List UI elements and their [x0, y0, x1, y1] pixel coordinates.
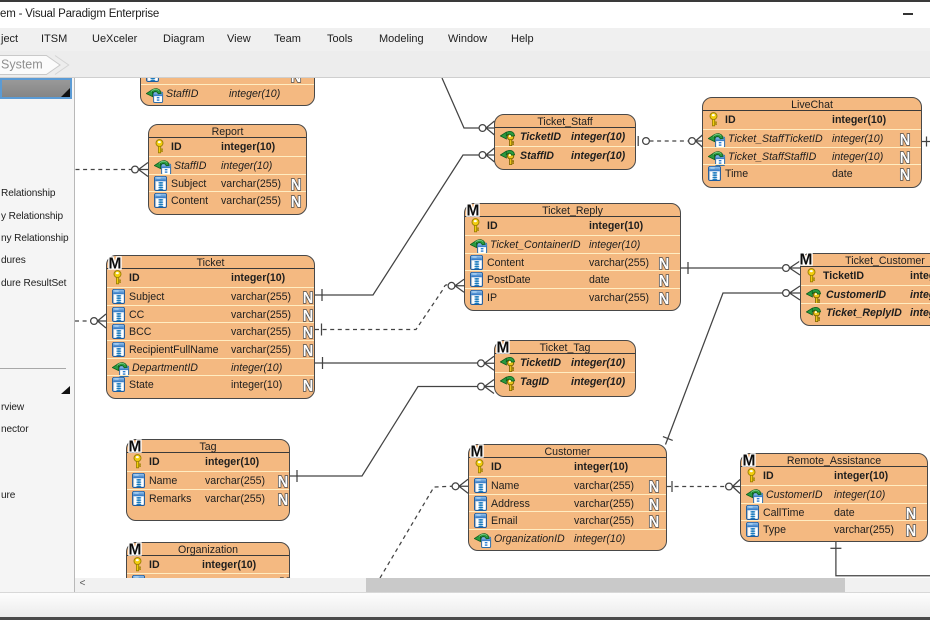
svg-text:N: N: [303, 290, 314, 306]
svg-text:N: N: [303, 307, 314, 323]
svg-text:N: N: [659, 291, 670, 307]
svg-text:M: M: [467, 203, 480, 219]
svg-text:N: N: [278, 474, 289, 490]
svg-text:N: N: [291, 194, 302, 210]
svg-text:M: M: [109, 256, 122, 272]
svg-text:N: N: [659, 273, 670, 289]
svg-text:M: M: [129, 439, 142, 455]
svg-text:N: N: [649, 514, 660, 530]
svg-text:N: N: [659, 255, 670, 271]
svg-text:N: N: [900, 149, 911, 165]
svg-text:M: M: [743, 453, 756, 469]
svg-text:M: M: [800, 252, 813, 268]
svg-text:N: N: [906, 505, 917, 521]
svg-text:N: N: [649, 479, 660, 495]
svg-text:M: M: [471, 444, 484, 460]
svg-text:System: System: [1, 58, 43, 72]
svg-text:N: N: [303, 325, 314, 341]
svg-text:N: N: [278, 491, 289, 507]
svg-text:M: M: [129, 542, 142, 558]
svg-text:N: N: [649, 496, 660, 512]
svg-text:N: N: [900, 132, 911, 148]
svg-text:N: N: [906, 523, 917, 539]
svg-text:N: N: [303, 343, 314, 359]
svg-text:M: M: [497, 340, 510, 356]
svg-text:N: N: [291, 176, 302, 192]
svg-text:N: N: [900, 167, 911, 183]
svg-text:N: N: [303, 378, 314, 394]
